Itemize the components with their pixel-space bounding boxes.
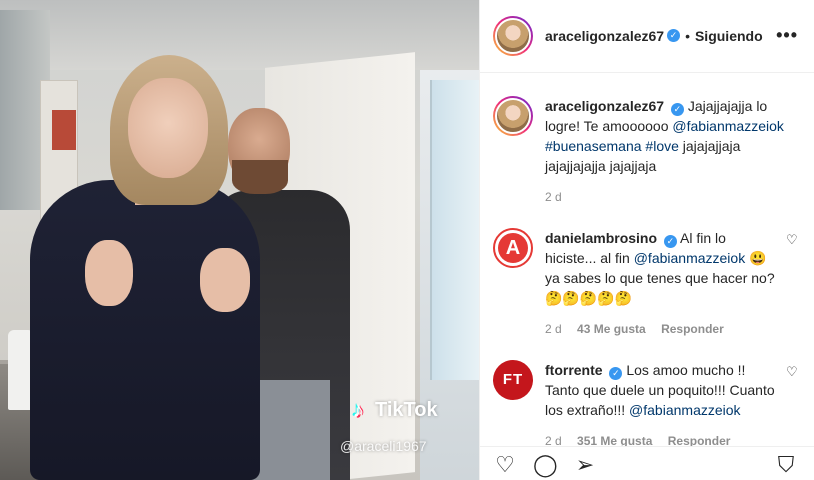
comment-mention-link[interactable]: @fabianmazzeiok <box>634 250 746 266</box>
post-header: araceligonzalez67 ✓ • Siguiendo ••• <box>480 0 814 73</box>
hashtag-link[interactable]: #buenasemana <box>545 138 642 154</box>
post-action-bar: ♡ ◯ ➢ ⛉ <box>480 446 814 480</box>
caption-username[interactable]: araceligonzalez67 <box>545 98 664 114</box>
video-person-woman-left-hand <box>85 240 133 306</box>
verified-badge-icon: ✓ <box>667 29 681 43</box>
comment-username[interactable]: danielambrosino <box>545 230 657 246</box>
comment-timestamp[interactable]: 2 d <box>545 434 562 446</box>
commenter-avatar[interactable]: A <box>493 227 533 268</box>
video-scene-book <box>52 110 76 150</box>
comment-timestamp[interactable]: 2 d <box>545 322 562 336</box>
caption-author-avatar[interactable] <box>493 95 533 136</box>
caption-timestamp[interactable]: 2 d <box>545 190 562 204</box>
comments-list[interactable]: araceligonzalez67 ✓ Jajajjajajja lo logr… <box>480 73 814 446</box>
commenter-avatar[interactable]: FT <box>493 359 533 400</box>
post-video[interactable]: ♪ TikTok @araceli1967 <box>0 0 479 480</box>
hashtag-link[interactable]: #love <box>645 138 678 154</box>
comment-item: FT ftorrente ✓ Los amoo mucho !! Tanto q… <box>493 336 798 446</box>
comment-meta: 2 d 351 Me gusta Responder <box>545 434 778 446</box>
header-separator: • <box>685 27 690 44</box>
like-heart-icon[interactable]: ♡ <box>493 453 517 477</box>
comment-username[interactable]: ftorrente <box>545 362 603 378</box>
comment-item: A danielambrosino ✓ Al fin lo hiciste...… <box>493 204 798 336</box>
comment-mention-link[interactable]: @fabianmazzeiok <box>629 402 741 418</box>
more-options-icon[interactable]: ••• <box>776 25 798 46</box>
video-person-man-beard <box>232 160 288 194</box>
comment-likes[interactable]: 43 Me gusta <box>577 322 646 336</box>
tiktok-logo-icon: ♪ <box>352 397 364 422</box>
video-person-woman-right-hand <box>200 248 250 312</box>
verified-badge-icon: ✓ <box>609 366 623 380</box>
post-sidebar: araceligonzalez67 ✓ • Siguiendo ••• arac… <box>479 0 814 480</box>
tiktok-username: @araceli1967 <box>340 438 427 454</box>
caption-mention-link[interactable]: @fabianmazzeiok <box>672 118 784 134</box>
author-avatar[interactable] <box>493 15 533 56</box>
comment-like-heart-icon[interactable]: ♡ <box>786 365 798 378</box>
reply-button[interactable]: Responder <box>661 322 724 336</box>
reply-button[interactable]: Responder <box>668 434 731 446</box>
comment-bubble-icon[interactable]: ◯ <box>533 453 558 477</box>
share-paper-plane-icon[interactable]: ➢ <box>573 453 597 477</box>
comment-like-heart-icon[interactable]: ♡ <box>786 233 798 246</box>
video-person-woman-body <box>30 180 260 480</box>
tiktok-watermark: ♪ TikTok <box>345 397 438 423</box>
comment-meta: 2 d 43 Me gusta Responder <box>545 322 778 336</box>
author-username[interactable]: araceligonzalez67 <box>545 28 664 44</box>
video-person-woman-face <box>128 78 208 178</box>
comment-likes[interactable]: 351 Me gusta <box>577 434 652 446</box>
post-caption: araceligonzalez67 ✓ Jajajjajajja lo logr… <box>493 73 798 204</box>
marvel-logo-icon: A <box>498 232 528 263</box>
tiktok-brand-label: TikTok <box>375 398 438 421</box>
verified-badge-icon: ✓ <box>670 102 684 116</box>
instagram-post: ♪ TikTok @araceli1967 araceligonzalez67 … <box>0 0 814 480</box>
following-button[interactable]: Siguiendo <box>695 28 763 44</box>
caption-meta: 2 d <box>545 190 798 204</box>
save-bookmark-icon[interactable]: ⛉ <box>774 453 798 477</box>
verified-badge-icon: ✓ <box>663 234 677 248</box>
video-scene-fridge <box>430 80 479 380</box>
